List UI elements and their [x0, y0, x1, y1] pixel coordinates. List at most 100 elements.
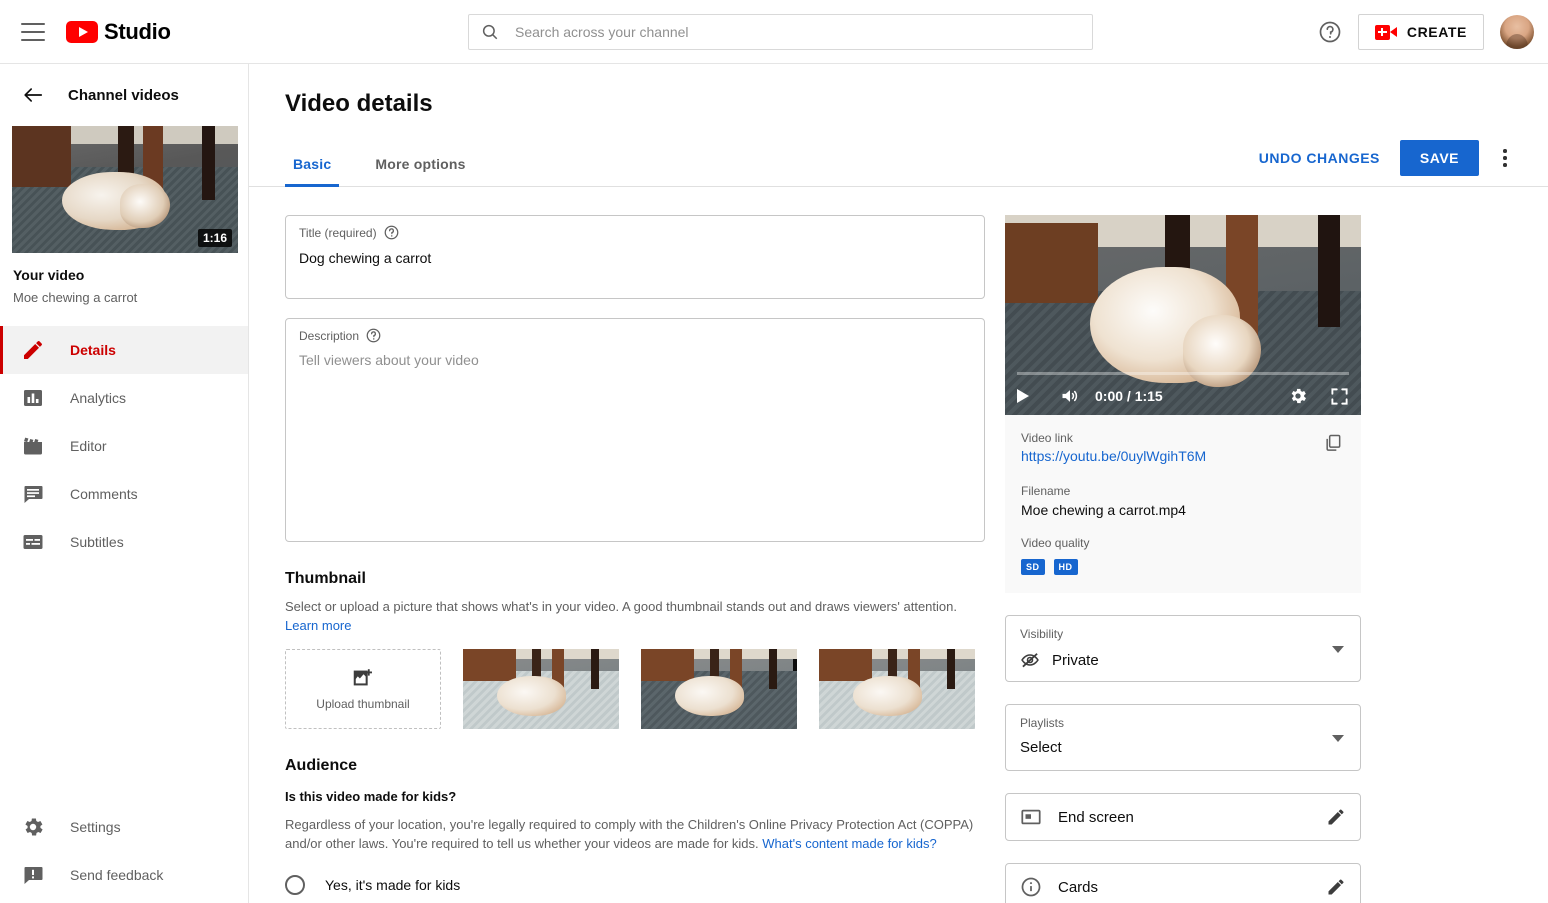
undo-changes-button[interactable]: UNDO CHANGES	[1247, 140, 1392, 176]
volume-icon[interactable]	[1059, 386, 1081, 406]
audience-description: Regardless of your location, you're lega…	[285, 815, 985, 853]
tab-more-options[interactable]: More options	[367, 156, 473, 186]
thumbnail-description: Select or upload a picture that shows wh…	[285, 597, 985, 635]
hamburger-menu-icon[interactable]	[21, 22, 45, 41]
status-badge: SD	[1021, 559, 1045, 575]
sidebar-item-comments[interactable]: Comments	[0, 470, 248, 518]
save-button[interactable]: SAVE	[1399, 140, 1479, 176]
chevron-down-icon[interactable]	[1332, 734, 1344, 742]
description-field-label: Description	[299, 328, 971, 343]
sidebar-item-label: Subtitles	[70, 534, 124, 550]
sidebar-item-analytics[interactable]: Analytics	[0, 374, 248, 422]
brand-label: Studio	[104, 18, 171, 44]
search-icon	[482, 24, 498, 40]
fullscreen-icon[interactable]	[1330, 387, 1349, 406]
back-arrow-icon[interactable]	[22, 84, 44, 106]
thumbnail-heading: Thumbnail	[285, 570, 366, 587]
youtube-studio-logo[interactable]: Studio	[66, 19, 171, 45]
sidebar-back-header[interactable]: Channel videos	[0, 64, 248, 126]
title-input-value[interactable]: Dog chewing a carrot	[299, 250, 971, 266]
page-title: Video details	[285, 90, 433, 117]
visibility-label: Visibility	[1020, 627, 1064, 641]
video-quality-block: Video quality SD HD	[1021, 536, 1345, 575]
help-circle-icon[interactable]	[384, 225, 399, 240]
coppa-learn-more-link[interactable]: What's content made for kids?	[762, 836, 936, 851]
thumbnail-option-3[interactable]	[819, 649, 975, 729]
playlists-select[interactable]: Playlists Select	[1005, 704, 1361, 771]
gear-icon	[25, 818, 43, 836]
help-circle-icon[interactable]	[366, 328, 381, 343]
sidebar-header-title: Channel videos	[68, 86, 179, 104]
description-field[interactable]: Description Tell viewers about your vide…	[285, 318, 985, 542]
title-field[interactable]: Title (required) Dog chewing a carrot	[285, 215, 985, 299]
radio-made-for-kids-yes[interactable]: Yes, it's made for kids	[285, 875, 985, 895]
sidebar-item-label: Editor	[70, 438, 107, 454]
youtube-play-icon	[66, 20, 98, 43]
sidebar-item-subtitles[interactable]: Subtitles	[0, 518, 248, 566]
radio-button[interactable]	[285, 875, 305, 895]
thumbnail-option-2[interactable]	[641, 649, 797, 729]
thumbnail-options: Upload thumbnail	[285, 649, 985, 729]
play-icon[interactable]	[1017, 389, 1029, 403]
sidebar-bottom-nav: Settings Send feedback	[0, 803, 248, 899]
search-input[interactable]	[513, 23, 1080, 41]
tab-bar: Basic More options UNDO CHANGES SAVE	[249, 138, 1548, 187]
create-button[interactable]: CREATE	[1357, 14, 1484, 50]
sidebar-item-label: Comments	[70, 486, 138, 502]
chevron-down-icon[interactable]	[1332, 645, 1344, 653]
gear-icon[interactable]	[1288, 386, 1308, 406]
visibility-value: Private	[1052, 651, 1099, 669]
description-label-text: Description	[299, 328, 360, 343]
sidebar-item-settings[interactable]: Settings	[0, 803, 248, 851]
pencil-icon	[24, 341, 42, 359]
filename-value: Moe chewing a carrot.mp4	[1021, 502, 1186, 518]
visibility-select[interactable]: Visibility Private	[1005, 615, 1361, 682]
filename-label: Filename	[1021, 484, 1071, 498]
pencil-icon[interactable]	[1326, 877, 1346, 897]
cards-card[interactable]: Cards	[1005, 863, 1361, 903]
sidebar-item-send-feedback[interactable]: Send feedback	[0, 851, 248, 899]
description-placeholder[interactable]: Tell viewers about your video	[299, 352, 971, 368]
tab-basic[interactable]: Basic	[285, 156, 340, 187]
bar-chart-icon	[24, 390, 42, 406]
search-bar[interactable]	[468, 14, 1093, 50]
eye-off-icon	[1021, 653, 1039, 668]
sidebar-item-label: Details	[70, 342, 116, 358]
feedback-icon	[24, 867, 43, 884]
video-link[interactable]: https://youtu.be/0uylWgihT6M	[1021, 448, 1206, 464]
sidebar-video-thumbnail[interactable]: 1:16	[12, 126, 238, 253]
player-right-controls	[1288, 386, 1349, 406]
clapperboard-icon	[24, 437, 42, 455]
player-progress-bar[interactable]	[1017, 372, 1349, 375]
status-badge: HD	[1053, 559, 1078, 575]
sidebar-item-editor[interactable]: Editor	[0, 422, 248, 470]
end-screen-label: End screen	[1058, 808, 1134, 826]
sidebar-nav: Details Analytics Editor Comments Subtit…	[0, 326, 248, 566]
comment-icon	[24, 486, 43, 503]
video-player[interactable]: 0:00 / 1:15	[1005, 215, 1361, 415]
thumbnail-option-1[interactable]	[463, 649, 619, 729]
form-right-column: 0:00 / 1:15 Video link https://youtu.be/…	[1005, 215, 1361, 903]
visibility-value-row: Private	[1020, 650, 1346, 670]
video-camera-plus-icon	[1374, 24, 1397, 40]
thumbnail-learn-more-link[interactable]: Learn more	[285, 618, 351, 633]
copy-icon[interactable]	[1323, 433, 1343, 453]
sidebar-item-details[interactable]: Details	[0, 326, 248, 374]
radio-label: Yes, it's made for kids	[325, 877, 461, 893]
main-content: Video details Basic More options UNDO CH…	[249, 64, 1548, 903]
header-actions: UNDO CHANGES SAVE	[1247, 140, 1517, 176]
avatar[interactable]	[1500, 15, 1534, 49]
sidebar-item-label: Settings	[70, 819, 121, 835]
pencil-icon[interactable]	[1326, 807, 1346, 827]
more-vertical-icon[interactable]	[1493, 146, 1517, 170]
audience-question: Is this video made for kids?	[285, 789, 457, 804]
thumbnail-description-text: Select or upload a picture that shows wh…	[285, 599, 957, 614]
help-circle-icon[interactable]	[1318, 20, 1342, 44]
upload-thumbnail-button[interactable]: Upload thumbnail	[285, 649, 441, 729]
create-button-label: CREATE	[1406, 24, 1467, 40]
video-duration-badge: 1:16	[197, 229, 232, 247]
details-form: Title (required) Dog chewing a carrot De…	[249, 187, 1548, 903]
upload-thumbnail-label: Upload thumbnail	[316, 697, 410, 711]
end-screen-card[interactable]: End screen	[1005, 793, 1361, 841]
sidebar-item-label: Analytics	[70, 390, 127, 406]
